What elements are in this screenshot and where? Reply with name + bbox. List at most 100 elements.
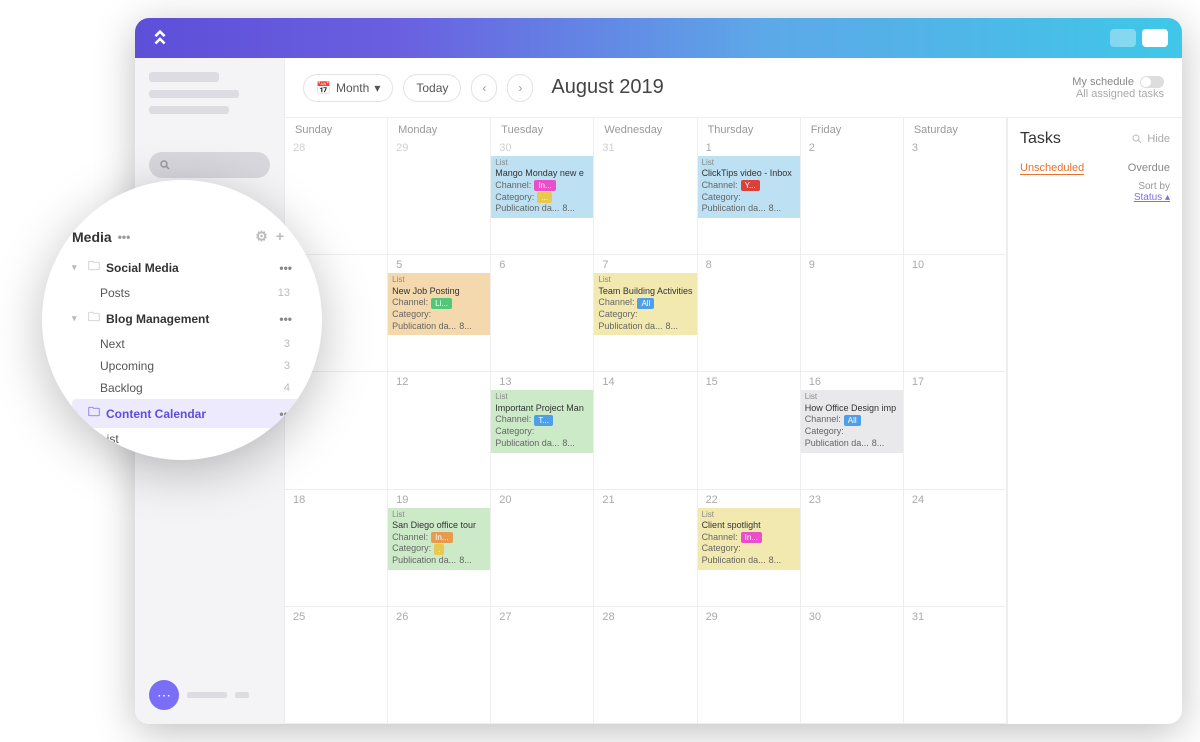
date-number: 31 [594,140,696,156]
calendar-cell[interactable]: 24 [904,490,1007,607]
list-name: Next [100,337,125,351]
date-number: 5 [388,257,490,273]
chevron-icon: ▾ [72,313,82,324]
channel-chip: Y... [741,180,760,191]
category-chip: . [434,544,444,555]
task-card[interactable]: ListNew Job PostingChannel: Li...Categor… [388,273,490,335]
view-selector[interactable]: 📅 Month ▾ [303,74,393,102]
more-icon[interactable]: ••• [279,312,298,326]
calendar-cell[interactable]: 28 [594,607,697,724]
task-type-label: List [495,392,589,402]
calendar-cell[interactable]: 26 [388,607,491,724]
today-button[interactable]: Today [403,74,461,102]
day-header: Thursday [698,118,801,138]
calendar-cell[interactable]: 30ListMango Monday new eChannel: In...Ca… [491,138,594,255]
calendar-cell[interactable]: 29 [698,607,801,724]
placeholder [187,692,227,698]
calendar-cell[interactable]: 29 [388,138,491,255]
next-button[interactable]: › [507,74,533,102]
calendar-cell[interactable]: 3 [904,138,1007,255]
date-number: 8 [698,257,800,273]
folder-item[interactable]: ▾🗀Social Media••• [72,253,304,282]
list-item[interactable]: Upcoming3 [72,355,304,377]
calendar-cell[interactable]: 25 [285,607,388,724]
task-title: How Office Design imp [805,403,899,415]
chat-button[interactable]: ⋯ [149,680,270,710]
calendar-cell[interactable]: 7ListTeam Building ActivitiesChannel: Al… [594,255,697,372]
toolbar-subtext: All assigned tasks [1076,88,1164,100]
calendar-cell[interactable]: 17 [904,372,1007,489]
tab-unscheduled[interactable]: Unscheduled [1020,162,1084,175]
task-card[interactable]: ListClient spotlightChannel: In...Catego… [698,508,800,570]
task-card[interactable]: ListHow Office Design impChannel: AllCat… [801,390,903,452]
logo-icon [149,27,171,49]
channel-label: Channel: [702,532,738,544]
topbar-pill[interactable] [1110,29,1136,47]
calendar-cell[interactable]: 31 [904,607,1007,724]
date-number: 18 [285,492,387,508]
calendar-cell[interactable]: 22ListClient spotlightChannel: In...Cate… [698,490,801,607]
my-schedule-toggle[interactable] [1140,76,1164,88]
calendar-cell[interactable]: 14 [594,372,697,489]
task-type-label: List [392,275,486,285]
channel-label: Channel: [495,180,531,192]
task-card[interactable]: ListMango Monday new eChannel: In...Cate… [491,156,593,218]
channel-chip: Li... [431,298,452,309]
task-card[interactable]: ListSan Diego office tourChannel: In...C… [388,508,490,570]
channel-label: Channel: [392,532,428,544]
publication-value: 8... [665,321,678,333]
publication-label: Publication da... [702,555,766,567]
calendar-cell[interactable]: 5ListNew Job PostingChannel: Li...Catego… [388,255,491,372]
calendar-cell[interactable]: 13ListImportant Project ManChannel: T...… [491,372,594,489]
calendar-cell[interactable]: 9 [801,255,904,372]
publication-value: 8... [769,555,782,567]
task-card[interactable]: ListClickTips video - InboxChannel: Y...… [698,156,800,218]
calendar-cell[interactable]: 12 [388,372,491,489]
task-card[interactable]: ListImportant Project ManChannel: T...Ca… [491,390,593,452]
list-item[interactable]: Backlog4 [72,377,304,399]
calendar-cell[interactable]: 21 [594,490,697,607]
calendar-cell[interactable]: 1ListClickTips video - InboxChannel: Y..… [698,138,801,255]
list-item[interactable]: Posts13 [72,282,304,304]
folder-item[interactable]: ▾🗀Content Calendar••• [72,399,304,428]
tab-overdue[interactable]: Overdue [1128,162,1170,175]
calendar-cell[interactable]: 23 [801,490,904,607]
calendar-cell[interactable]: 15 [698,372,801,489]
topbar-pill[interactable] [1142,29,1168,47]
list-item[interactable]: Next3 [72,333,304,355]
search-input[interactable] [149,152,270,178]
plus-icon[interactable]: + [276,228,284,245]
more-icon[interactable]: ••• [279,261,298,275]
calendar-cell[interactable]: 8 [698,255,801,372]
hide-button[interactable]: Hide [1131,133,1170,145]
more-icon[interactable]: ••• [118,230,131,244]
date-number: 17 [904,374,1006,390]
calendar-cell[interactable]: 18 [285,490,388,607]
list-name: List [100,432,119,446]
date-number: 26 [388,609,490,625]
calendar-cell[interactable]: 6 [491,255,594,372]
category-label: Category: [495,192,534,204]
publication-value: 8... [459,321,472,333]
task-card[interactable]: ListTeam Building ActivitiesChannel: All… [594,273,696,335]
list-count: 13 [278,287,298,299]
calendar-cell[interactable]: 16ListHow Office Design impChannel: AllC… [801,372,904,489]
prev-button[interactable]: ‹ [471,74,497,102]
gear-icon[interactable]: ⚙ [255,228,268,245]
calendar-cell[interactable]: 30 [801,607,904,724]
calendar-cell[interactable]: 31 [594,138,697,255]
calendar-cell[interactable]: 10 [904,255,1007,372]
folder-name: Blog Management [106,312,209,326]
calendar-cell[interactable]: 28 [285,138,388,255]
calendar-cell[interactable]: 19ListSan Diego office tourChannel: In..… [388,490,491,607]
calendar-cell[interactable]: 2 [801,138,904,255]
task-type-label: List [702,510,796,520]
task-title: ClickTips video - Inbox [702,168,796,180]
sort-button[interactable]: Status ▴ [1134,192,1170,203]
chevron-icon: ▾ [72,262,82,273]
calendar-cell[interactable]: 27 [491,607,594,724]
task-title: Important Project Man [495,403,589,415]
calendar-cell[interactable]: 20 [491,490,594,607]
chevron-down-icon: ▾ [374,81,380,95]
folder-item[interactable]: ▾🗀Blog Management••• [72,304,304,333]
